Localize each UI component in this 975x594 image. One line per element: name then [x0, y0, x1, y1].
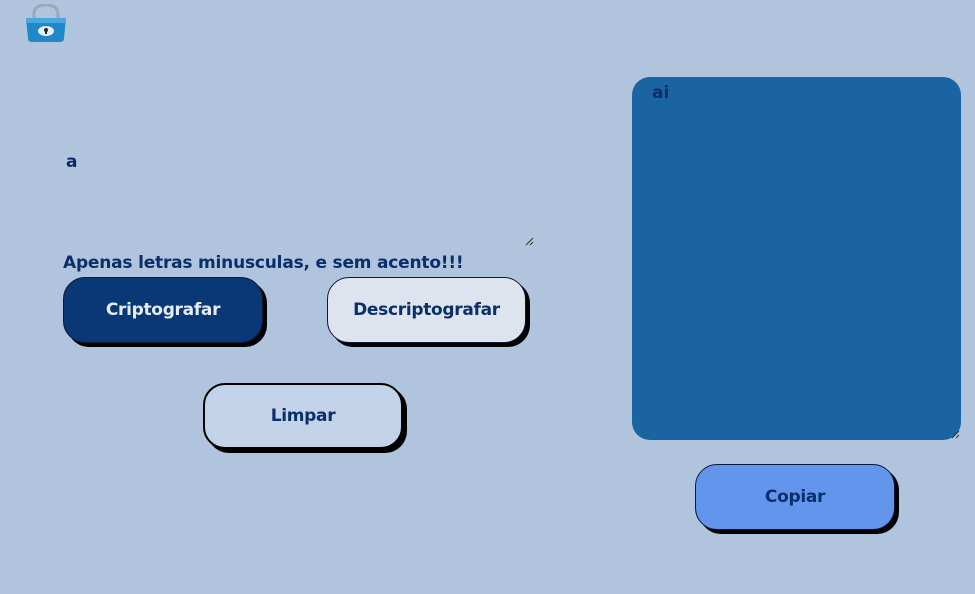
input-warning-text: Apenas letras minusculas, e sem acento!!…: [63, 253, 464, 273]
resize-grip-icon[interactable]: [951, 430, 960, 439]
decrypt-button[interactable]: Descriptografar: [327, 277, 526, 343]
copy-button[interactable]: Copiar: [695, 464, 895, 530]
resize-grip-icon[interactable]: [525, 237, 534, 246]
output-text: ai: [652, 83, 670, 103]
clear-button[interactable]: Limpar: [203, 383, 403, 449]
padlock-logo-icon: [24, 3, 68, 44]
encrypt-button[interactable]: Criptografar: [63, 277, 263, 343]
text-input[interactable]: [55, 140, 535, 246]
output-panel[interactable]: ai: [632, 77, 961, 440]
